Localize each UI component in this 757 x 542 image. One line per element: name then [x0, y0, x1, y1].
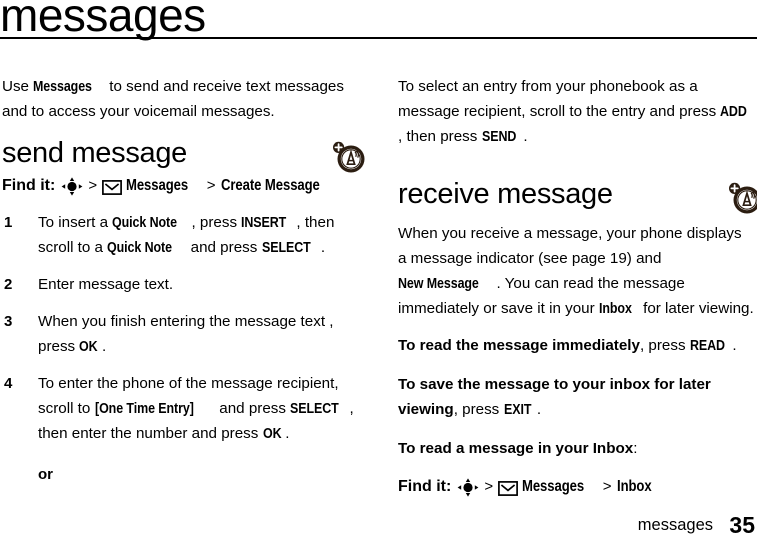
receive-para-1-text-3: . [536, 401, 542, 418]
receive-instruction-paragraph: To read a message in your Inbox: [398, 436, 754, 461]
page-title: messages [0, 0, 206, 41]
receive-para-0-lead-0: To read the message immediately [398, 337, 640, 354]
step-text: Enter message text. [38, 276, 173, 293]
step1-text-8: . [320, 239, 326, 256]
find-it-separator-2: > [602, 478, 612, 495]
antenna-network-icon [332, 140, 366, 174]
continuation-text-4: . [523, 128, 528, 145]
step3-key-1: OK [79, 338, 98, 355]
receive-para-1-text-1: , press [453, 401, 504, 418]
step4-text-6: . [285, 425, 290, 442]
section-heading-text: receive message [398, 178, 613, 210]
step1-key-7: SELECT [261, 239, 311, 256]
step2-text-0: Enter message text. [38, 276, 174, 293]
receive-intro-paragraph: When you receive a message, your phone d… [398, 221, 754, 321]
step1-text-0: To insert a [38, 214, 113, 231]
find-it-label: Find it: [398, 478, 452, 495]
step4-key-1: [One Time Entry] [94, 400, 194, 417]
find-it-separator-1: > [484, 478, 494, 495]
right-column: To select an entry from your phonebook a… [398, 74, 757, 511]
section-heading-send-message: send message [2, 136, 365, 173]
step1-key-5: Quick Note [107, 239, 173, 256]
find-it-separator-2: > [206, 177, 216, 194]
find-it-inbox: Find it: > Messages > Inbox [398, 475, 754, 499]
step-text: To insert a Quick Note, press INSERT, th… [38, 214, 334, 256]
find-it-item-create-message: Create Message [220, 177, 320, 194]
continuation-paragraph: To select an entry from your phonebook a… [398, 74, 754, 149]
left-column: Use Messages to send and receive text me… [2, 74, 365, 499]
receive-para-2-lead-0: To read a message in your Inbox [398, 440, 634, 457]
step-number: 2 [4, 276, 13, 293]
find-it-label: Find it: [2, 177, 56, 194]
receive-para-0-text-3: . [732, 337, 737, 354]
step-text: To enter the phone of the message recipi… [38, 375, 354, 442]
receive-para-0-text-1: , press [639, 337, 690, 354]
continuation-key-3: SEND [481, 128, 516, 145]
step-item: 4 To enter the phone of the message recip… [2, 371, 358, 487]
continuation-key-1: ADD [720, 103, 748, 120]
step4-key-3: SELECT [290, 400, 339, 417]
step-number: 3 [4, 313, 13, 330]
receive-para-0-key-2: READ [689, 337, 725, 354]
intro-text-before: Use [2, 78, 34, 95]
step-or-label: or [38, 466, 53, 483]
step-item: 2 Enter message text. [2, 272, 358, 297]
manual-page: messages Use Messages to send and receiv… [0, 0, 757, 542]
section-heading-text: send message [2, 137, 188, 169]
step1-text-2: , press [191, 214, 242, 231]
continuation-text-2: , then press [398, 128, 482, 145]
receive-intro-key-3: Inbox [598, 300, 632, 317]
send-message-steps: 1 To insert a Quick Note, press INSERT, t… [2, 210, 358, 487]
envelope-icon [102, 179, 123, 195]
title-divider [0, 37, 757, 39]
step1-key-3: INSERT [241, 214, 287, 231]
step3-text-2: . [101, 338, 107, 355]
receive-intro-key-1: New Message [398, 275, 479, 292]
find-it-item-inbox: Inbox [616, 478, 652, 495]
receive-intro-text-0: When you receive a message, your phone d… [398, 225, 742, 267]
antenna-network-icon [728, 181, 757, 215]
find-it-item-messages: Messages [522, 478, 585, 495]
receive-instruction-paragraph: To save the message to your inbox for la… [398, 372, 754, 422]
step4-key-5: OK [262, 425, 282, 442]
step1-key-1: Quick Note [112, 214, 178, 231]
section-heading-receive-message: receive message [398, 177, 757, 214]
step-text: When you finish entering the message tex… [38, 313, 333, 355]
step-item: 1 To insert a Quick Note, press INSERT, t… [2, 210, 358, 260]
receive-instruction-paragraphs: To read the message immediately, press R… [398, 333, 754, 461]
footer-chapter-label: messages [637, 516, 713, 534]
receive-intro-text-4: for later viewing. [638, 300, 754, 317]
find-it-item-messages: Messages [126, 177, 189, 194]
receive-para-2-text-1: : [633, 440, 638, 457]
envelope-icon [498, 480, 519, 496]
find-it-separator-1: > [88, 177, 98, 194]
intro-paragraph: Use Messages to send and receive text me… [2, 74, 358, 124]
receive-instruction-paragraph: To read the message immediately, press R… [398, 333, 754, 358]
step1-text-6: and press [186, 239, 262, 256]
step4-text-2: and press [215, 400, 291, 417]
receive-para-1-lead-0: To save the message to your inbox for la… [398, 376, 711, 418]
page-footer: messages 35 [0, 512, 757, 542]
nav-key-icon [61, 176, 83, 196]
continuation-text-0: To select an entry from your phonebook a… [398, 78, 721, 120]
step-item: 3 When you finish entering the message te… [2, 309, 358, 359]
nav-key-icon [457, 477, 479, 497]
step-number: 1 [4, 214, 13, 231]
step-number: 4 [4, 375, 13, 392]
intro-keyword: Messages [33, 78, 93, 95]
footer-page-number: 35 [729, 512, 755, 538]
find-it-send-message: Find it: > Messages > Create Message [2, 174, 358, 198]
receive-para-1-key-2: EXIT [503, 401, 531, 418]
